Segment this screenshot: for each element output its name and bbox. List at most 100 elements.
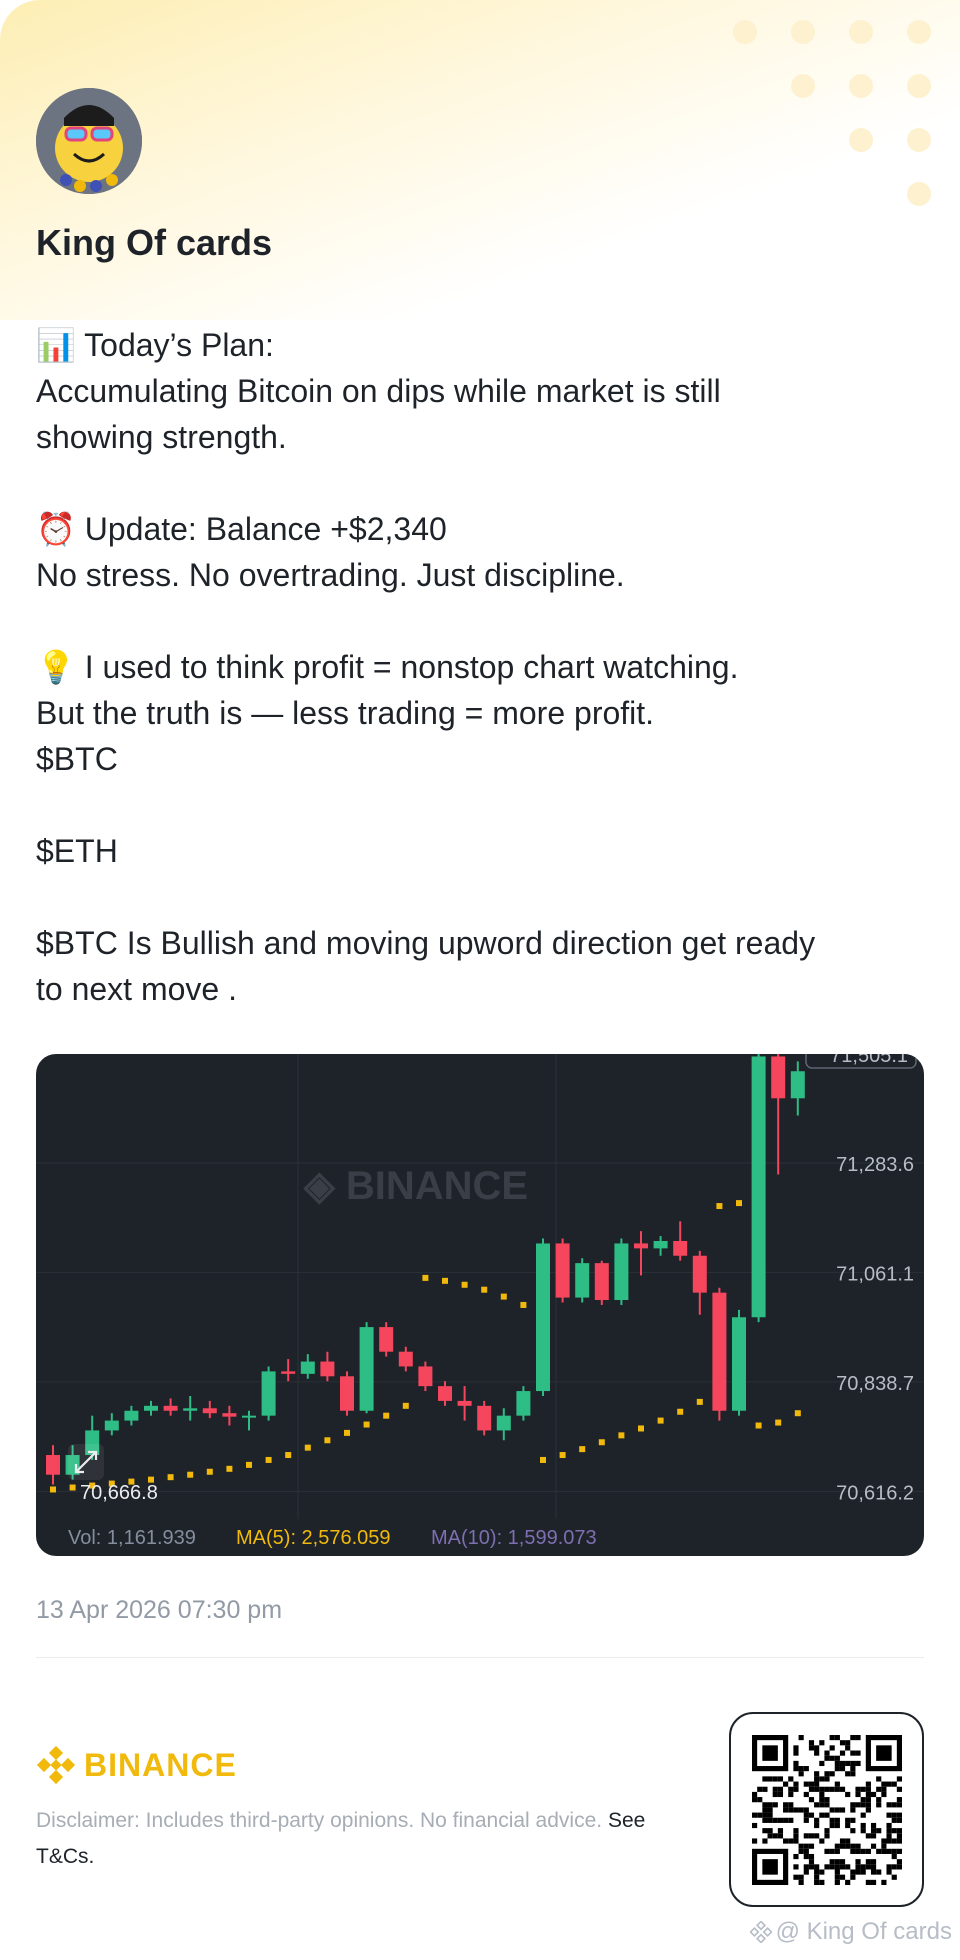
- binance-logo: BINANCE: [36, 1745, 237, 1785]
- ma10-label: MA(10): 1,599.073: [431, 1527, 597, 1549]
- sar-dot: [285, 1452, 292, 1459]
- candle-down: [398, 1351, 413, 1367]
- low-price-marker: 70,666.8: [80, 1482, 158, 1504]
- post-line: showing strength.: [36, 419, 287, 455]
- avatar[interactable]: [36, 88, 142, 194]
- candle-down: [634, 1243, 648, 1249]
- candle-up: [104, 1420, 119, 1431]
- sar-dot: [50, 1486, 56, 1493]
- avatar-emoji-icon: [36, 88, 142, 194]
- qr-code: [729, 1712, 924, 1907]
- candle-up: [575, 1263, 590, 1298]
- candle-up: [124, 1410, 139, 1421]
- price-label: 71,061.1: [836, 1263, 914, 1285]
- post-spacer: [36, 460, 916, 506]
- candle-down: [281, 1371, 296, 1374]
- price-label: 70,616.2: [836, 1482, 914, 1504]
- post-timestamp: 13 Apr 2026 07:30 pm: [36, 1596, 283, 1624]
- sar-dot: [167, 1474, 174, 1481]
- sar-dot: [520, 1301, 527, 1308]
- candle-up: [751, 1056, 766, 1318]
- sar-dot: [794, 1410, 801, 1417]
- candle-down: [555, 1243, 570, 1298]
- candle-down: [163, 1405, 178, 1411]
- candle-up: [300, 1361, 315, 1374]
- volume-label: Vol: 1,161.939: [68, 1527, 196, 1549]
- sar-dot: [618, 1432, 625, 1439]
- sar-dot: [246, 1461, 252, 1468]
- sar-dot: [775, 1419, 782, 1426]
- sar-dot: [540, 1456, 546, 1463]
- post-spacer: [36, 598, 916, 644]
- candle-up: [516, 1391, 531, 1416]
- sar-dot: [461, 1281, 468, 1288]
- sar-dot: [402, 1402, 409, 1409]
- post-line[interactable]: $BTC: [36, 736, 916, 782]
- sar-dot: [69, 1484, 76, 1491]
- post-line: to next move .: [36, 971, 237, 1007]
- price-chart[interactable]: ◈ BINANCE 71,283.6 71,061.1 70,838.7 70,616.…: [36, 1054, 924, 1556]
- sar-dot: [442, 1277, 448, 1284]
- price-label: 71,283.6: [836, 1154, 914, 1176]
- sar-dot: [500, 1293, 507, 1300]
- candle-down: [673, 1240, 688, 1256]
- sar-dot: [226, 1465, 233, 1472]
- sar-dot: [559, 1452, 566, 1459]
- candle-up: [614, 1243, 629, 1301]
- candle-up: [732, 1317, 746, 1411]
- post-line: ⏰ Update: Balance +$2,340: [36, 511, 447, 547]
- qr-code-icon: [751, 1734, 902, 1885]
- candle-up: [242, 1415, 256, 1418]
- post-line[interactable]: $BTC Is Bullish and moving upword direct…: [36, 920, 916, 966]
- candle-up: [261, 1371, 276, 1416]
- sar-dot: [677, 1408, 684, 1415]
- chart-watermark: ◈ BINANCE: [303, 1164, 528, 1208]
- post-line: 📊 Today’s Plan:: [36, 327, 274, 363]
- current-price-label: 71,505.1: [830, 1054, 908, 1067]
- candle-down: [379, 1327, 394, 1352]
- sar-dot: [363, 1421, 370, 1428]
- candle-down: [692, 1255, 707, 1293]
- sar-dot: [187, 1471, 194, 1478]
- sar-dot: [736, 1200, 742, 1207]
- post-spacer: [36, 782, 916, 828]
- sar-dot: [206, 1468, 213, 1475]
- candle-up: [653, 1240, 668, 1249]
- ma5-label: MA(5): 2,576.059: [236, 1527, 391, 1549]
- candle-up: [183, 1408, 198, 1411]
- post-line[interactable]: $ETH: [36, 828, 916, 874]
- candle-down: [222, 1413, 237, 1417]
- candle-down: [457, 1400, 472, 1406]
- candle-down: [320, 1361, 335, 1377]
- profile-header-background: [0, 0, 960, 320]
- sar-dot: [481, 1286, 488, 1293]
- sar-dot: [638, 1425, 644, 1432]
- divider: [36, 1657, 924, 1658]
- disclaimer: Disclaimer: Includes third-party opinion…: [36, 1803, 686, 1875]
- sar-dot: [598, 1439, 605, 1446]
- binance-diamond-icon: [36, 1745, 76, 1785]
- candle-up: [359, 1327, 374, 1411]
- candle-down: [340, 1376, 354, 1411]
- candle-down: [202, 1408, 217, 1414]
- candle-up: [144, 1405, 158, 1411]
- sar-dot: [265, 1456, 272, 1463]
- candle-up: [536, 1243, 550, 1392]
- post-line: No stress. No overtrading. Just discipli…: [36, 557, 625, 593]
- post-line: 💡 I used to think profit = nonstop chart…: [36, 649, 739, 685]
- post-body: 📊 Today’s Plan: Accumulating Bitcoin on d…: [36, 322, 916, 1012]
- watermark: @ King Of cards: [749, 1918, 952, 1946]
- sar-dot: [422, 1274, 429, 1281]
- post-line: But the truth is — less trading = more p…: [36, 695, 655, 731]
- sar-dot: [324, 1437, 331, 1444]
- sar-dot: [755, 1422, 762, 1429]
- sar-dot: [657, 1417, 664, 1424]
- sar-dot: [383, 1412, 390, 1419]
- candle-down: [438, 1386, 452, 1401]
- candle-up: [790, 1071, 805, 1099]
- sar-dot: [579, 1446, 586, 1453]
- author-name[interactable]: King Of cards: [36, 222, 272, 264]
- candle-down: [594, 1263, 609, 1301]
- disclaimer-text: Disclaimer: Includes third-party opinion…: [36, 1809, 603, 1832]
- post-spacer: [36, 874, 916, 920]
